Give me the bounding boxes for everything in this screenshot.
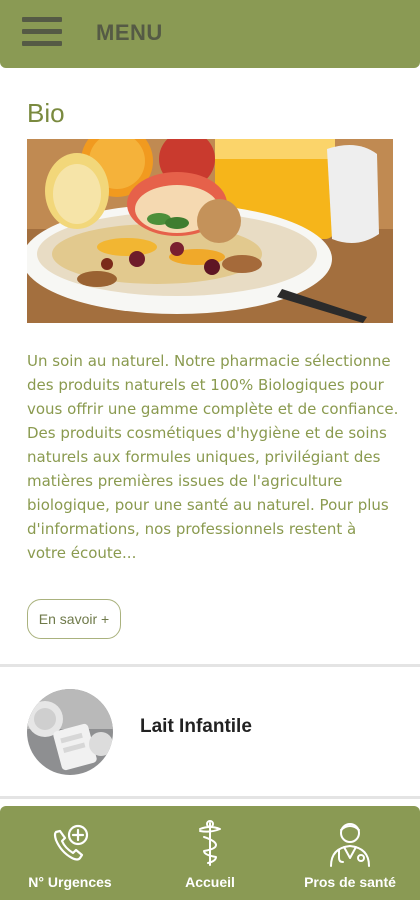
list-item-label: Lait Infantile bbox=[140, 716, 252, 737]
phone-plus-icon bbox=[48, 820, 92, 868]
nav-label-urgences: N° Urgences bbox=[28, 874, 112, 890]
bottom-nav: N° Urgences Accueil Pros de santé bbox=[0, 806, 420, 900]
nav-item-accueil[interactable]: Accueil bbox=[140, 806, 280, 900]
section-divider bbox=[0, 796, 420, 799]
doctor-icon bbox=[325, 820, 375, 868]
section-title-bio: Bio bbox=[27, 98, 65, 128]
hamburger-menu-icon[interactable] bbox=[22, 17, 62, 49]
menu-label[interactable]: MENU bbox=[96, 20, 163, 46]
lait-infantile-thumbnail bbox=[27, 689, 113, 775]
nav-item-urgences[interactable]: N° Urgences bbox=[0, 806, 140, 900]
top-header: MENU bbox=[0, 0, 420, 68]
list-item-lait-infantile[interactable]: Lait Infantile bbox=[0, 667, 420, 795]
caduceus-icon bbox=[195, 820, 225, 868]
nav-label-pros-sante: Pros de santé bbox=[304, 874, 396, 890]
bio-description: Un soin au naturel. Notre pharmacie séle… bbox=[27, 352, 399, 562]
nav-label-accueil: Accueil bbox=[185, 874, 235, 890]
learn-more-button[interactable]: En savoir + bbox=[27, 599, 121, 639]
nav-item-pros-sante[interactable]: Pros de santé bbox=[280, 806, 420, 900]
bio-hero-image bbox=[27, 139, 393, 323]
